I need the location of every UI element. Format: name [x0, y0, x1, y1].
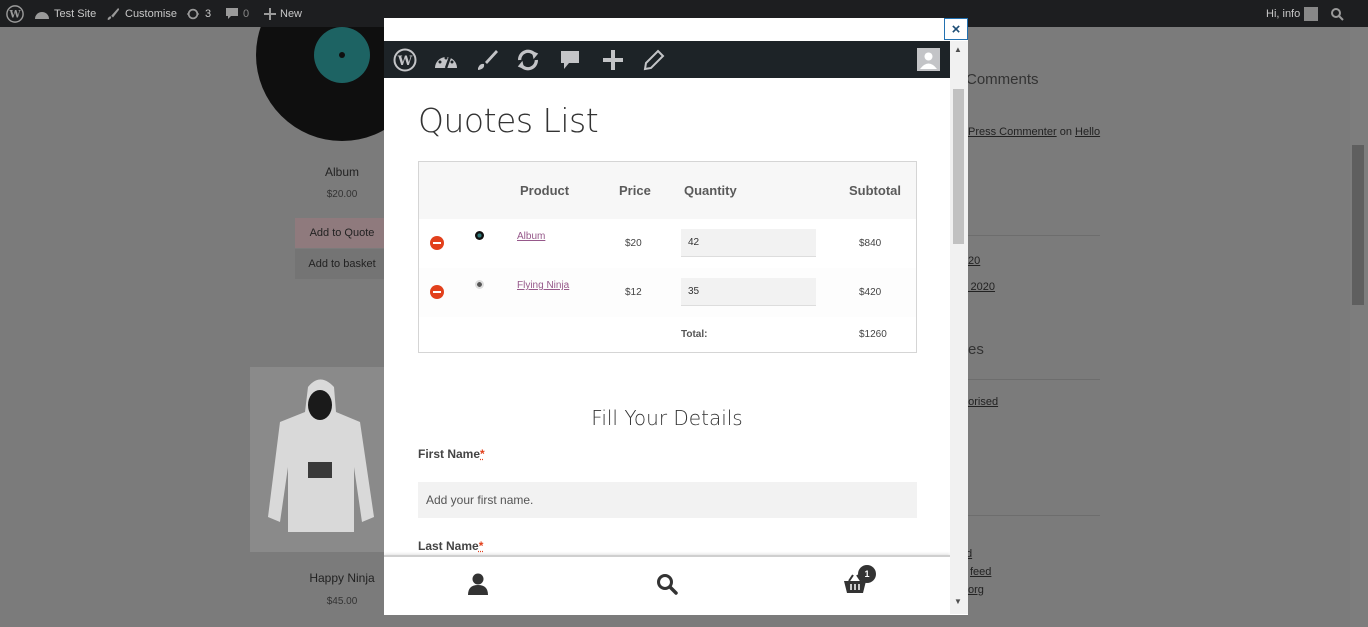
- wordpress-logo-icon[interactable]: W: [6, 0, 24, 27]
- sidebar-divider: [960, 235, 1100, 236]
- first-name-label-text: First Name: [418, 447, 481, 461]
- sidebar-divider: [960, 515, 1100, 516]
- scroll-up-arrow-icon[interactable]: ▲: [954, 45, 962, 54]
- recent-comments-heading: Comments: [966, 71, 1039, 88]
- svg-text:W: W: [397, 54, 413, 69]
- greeting-label: Hi, info: [1266, 7, 1301, 20]
- archive-link[interactable]: 20: [968, 255, 980, 267]
- admin-search-icon[interactable]: [1330, 0, 1344, 27]
- plus-icon[interactable]: [600, 47, 626, 73]
- customise-link[interactable]: Customise: [105, 0, 177, 27]
- avatar[interactable]: [917, 48, 940, 71]
- quotes-table-header: Product Price Quantity Subtotal: [419, 162, 916, 219]
- product-link[interactable]: Album: [517, 231, 545, 242]
- comment-on-text: on: [1059, 126, 1072, 138]
- my-account-link[interactable]: Hi, info: [1266, 0, 1319, 27]
- brush-icon: [107, 7, 120, 20]
- required-mark: *: [478, 539, 484, 553]
- product-subtotal: $840: [859, 238, 882, 249]
- comment-post-link[interactable]: Hello: [1075, 126, 1100, 138]
- column-header-product: Product: [520, 183, 570, 198]
- form-heading: Fill Your Details: [591, 406, 743, 430]
- site-name-link[interactable]: Test Site: [34, 0, 96, 27]
- remove-item-icon[interactable]: [430, 285, 444, 299]
- quotes-table: Product Price Quantity Subtotal Album $2…: [418, 161, 917, 353]
- updates-icon: [186, 8, 200, 19]
- table-row: Album $20 42 $840: [419, 219, 916, 268]
- total-label: Total:: [681, 329, 708, 340]
- album-record-image: [256, 27, 388, 141]
- product-subtotal: $420: [859, 287, 882, 298]
- modal-content-frame: W Quotes List Product Price Quantity Sub…: [384, 41, 950, 614]
- comments-count: 0: [243, 7, 250, 20]
- modal-scrollbar-thumb[interactable]: [953, 89, 964, 244]
- table-row: Flying Ninja $12 35 $420: [419, 268, 916, 317]
- categories-heading: es: [968, 341, 984, 358]
- first-name-label: First Name*: [418, 447, 485, 461]
- comment-icon: [226, 7, 238, 19]
- modal-scrollbar[interactable]: ▲ ▼: [950, 41, 968, 614]
- brush-icon[interactable]: [474, 47, 500, 73]
- page-title: Quotes List: [418, 101, 599, 140]
- remove-item-icon[interactable]: [430, 236, 444, 250]
- happy-ninja-image: [250, 367, 390, 552]
- site-name-label: Test Site: [54, 7, 97, 20]
- recent-comment: Press Commenter on Hello: [968, 126, 1100, 138]
- avatar: [1304, 6, 1319, 21]
- product-price: $20: [625, 238, 642, 249]
- plus-icon: [264, 7, 276, 20]
- total-value: $1260: [859, 329, 887, 340]
- customise-label: Customise: [125, 7, 177, 20]
- add-to-basket-button[interactable]: Add to basket: [295, 249, 389, 279]
- last-name-label: Last Name*: [418, 539, 483, 553]
- updates-icon[interactable]: [515, 47, 541, 73]
- dashboard-icon: [35, 11, 49, 19]
- comment-author-link[interactable]: Press Commenter: [968, 126, 1057, 138]
- required-mark: *: [480, 447, 485, 461]
- edit-pencil-icon[interactable]: [641, 47, 667, 73]
- dashboard-icon[interactable]: [433, 47, 459, 73]
- search-icon[interactable]: [654, 571, 680, 597]
- column-header-price: Price: [619, 183, 651, 198]
- first-name-field[interactable]: Add your first name.: [418, 482, 917, 518]
- close-modal-button[interactable]: ×: [944, 18, 968, 40]
- flying-ninja-thumbnail[interactable]: [475, 280, 484, 289]
- meta-link[interactable]: org: [968, 584, 984, 596]
- page-scrollbar[interactable]: [1350, 27, 1368, 627]
- handheld-footer-bar: 1: [384, 555, 950, 614]
- cart-count-badge: 1: [858, 565, 876, 583]
- updates-count: 3: [205, 7, 212, 20]
- product-price: $12: [625, 287, 642, 298]
- svg-text:W: W: [8, 9, 21, 20]
- page-scrollbar-thumb[interactable]: [1352, 145, 1364, 305]
- scroll-down-arrow-icon[interactable]: ▼: [954, 597, 962, 606]
- my-account-icon[interactable]: [465, 571, 491, 597]
- updates-link[interactable]: 3: [185, 0, 211, 27]
- meta-link[interactable]: feed: [970, 566, 991, 578]
- quantity-input[interactable]: 35: [681, 278, 816, 306]
- product-link[interactable]: Flying Ninja: [517, 280, 569, 291]
- new-content-link[interactable]: New: [264, 0, 302, 27]
- last-name-label-text: Last Name: [418, 539, 479, 553]
- inner-admin-bar: W: [384, 41, 950, 78]
- add-to-quote-button[interactable]: Add to Quote: [295, 218, 389, 248]
- comment-icon[interactable]: [557, 47, 583, 73]
- wordpress-logo-icon[interactable]: W: [392, 47, 418, 73]
- column-header-quantity: Quantity: [684, 183, 737, 198]
- quantity-input[interactable]: 42: [681, 229, 816, 257]
- comments-link[interactable]: 0: [225, 0, 249, 27]
- sidebar-divider: [960, 379, 1100, 380]
- new-label: New: [280, 7, 303, 20]
- album-thumbnail[interactable]: [475, 231, 484, 240]
- column-header-subtotal: Subtotal: [849, 183, 901, 198]
